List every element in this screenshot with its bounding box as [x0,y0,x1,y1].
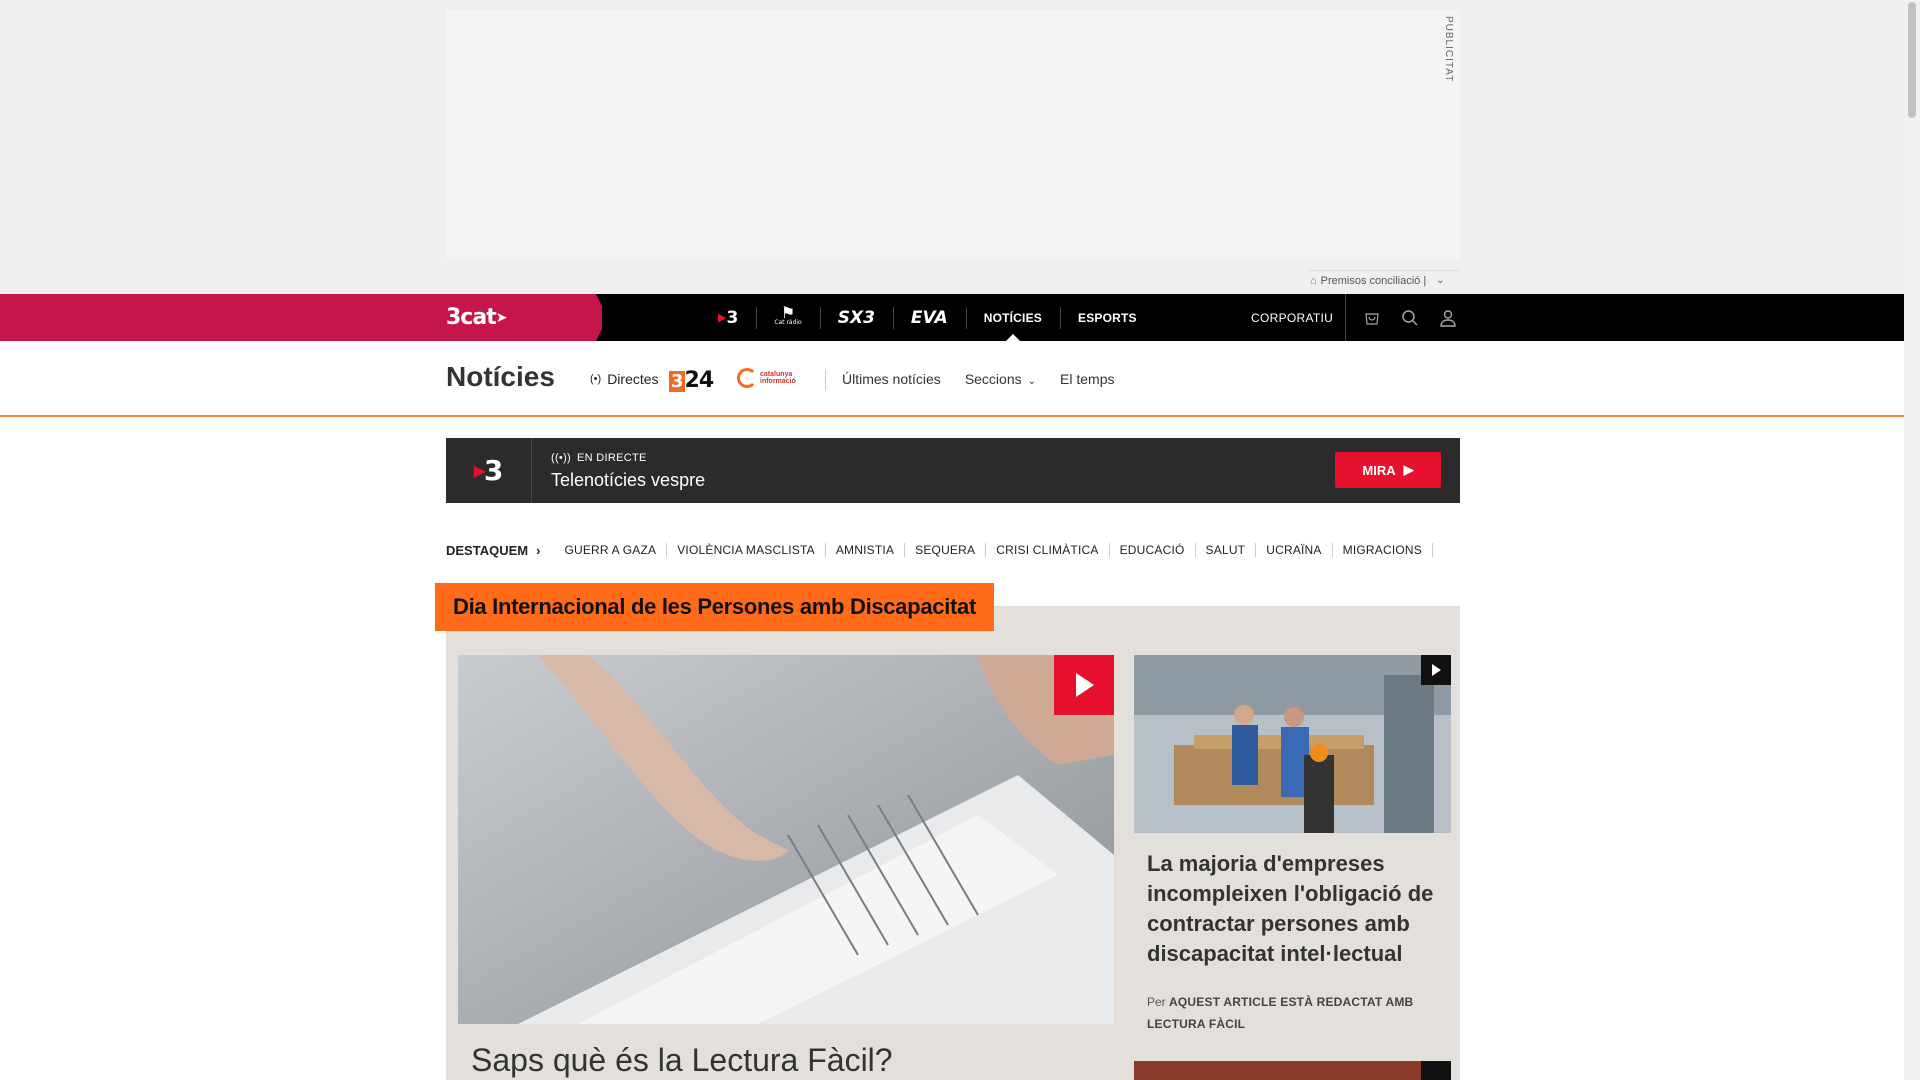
channel-tv3-label: 3 [726,307,739,328]
channel-eva-label: EVA [910,307,948,328]
logo-324-three: 3 [669,371,685,392]
tab-noticies[interactable]: NOTÍCIES [965,294,1060,341]
destaquem-label: DESTAQUEM › [446,543,540,558]
highlight-tag[interactable]: MIGRACIONS [1333,543,1433,557]
highlight-tag[interactable]: UCRAÏNA [1256,543,1333,557]
seccions-label: Seccions [964,371,1022,387]
brand-logo[interactable]: 3cat➤ [446,305,508,330]
directes-label: Directes [607,371,659,387]
scrollbar-thumb[interactable] [1908,2,1916,118]
highlight-tag[interactable]: SEQUERA [905,543,987,557]
live-label-text: EN DIRECTE [577,452,647,464]
user-icon[interactable] [1436,306,1460,330]
feature-title[interactable]: Dia Internacional de les Persones amb Di… [435,583,994,631]
ci-circle-icon [737,368,757,388]
channel-catradio[interactable]: ⚑ Cat ràdio [756,294,819,341]
channel-catradio-label: Cat ràdio [774,318,802,326]
chevron-right-icon: › [536,542,541,558]
live-channel-logo: ▶ 3 [446,438,532,503]
channel-sx3[interactable]: SX3 [819,294,893,341]
live-channel-label: 3 [483,454,504,487]
el-temps-link[interactable]: El temps [1060,371,1114,387]
tab-noticies-label: NOTÍCIES [983,310,1042,325]
live-broadcast-icon: ((•)) [551,452,572,464]
play-video-button-small[interactable] [1421,655,1451,685]
directes-link[interactable]: (•) Directes [590,371,659,387]
side-article-image-2[interactable] [1134,1061,1451,1080]
channel-sx3-label: SX3 [837,307,875,328]
page-title[interactable]: Notícies [446,361,555,393]
play-icon [1432,664,1441,676]
nav-icons [1345,294,1460,341]
logo-324[interactable]: 324 [669,368,715,393]
watch-button[interactable]: MIRA ▶ [1335,452,1441,488]
section-divider [825,369,826,391]
chevron-down-icon: ⌄ [1436,275,1445,286]
live-program-title[interactable]: Telenotícies vespre [551,470,705,491]
channel-eva[interactable]: EVA [892,294,966,341]
ad-label: PUBLICITAT [1443,16,1454,83]
side-article-byline: Per AQUEST ARTICLE ESTÀ REDACTAT AMB LEC… [1147,991,1437,1035]
ad-preferences[interactable]: ⌂ Premisos conciliació | ⌄ [1308,270,1460,290]
brand-area [0,294,602,341]
logo-ci-text: catalunya informació [760,371,796,385]
highlight-tag[interactable]: CRISI CLIMÀTICA [986,543,1110,557]
logo-catalunya-informacio[interactable]: catalunya informació [737,368,824,388]
section-header: Notícies (•) Directes 324 catalunya info… [0,341,1904,417]
play-video-button-small-2[interactable] [1421,1061,1451,1080]
play-icon [1076,673,1094,697]
search-icon[interactable] [1398,306,1422,330]
main-article-image[interactable] [458,655,1114,1024]
brand-arrow-icon: ➤ [495,310,508,326]
ultimes-noticies-link[interactable]: Últimes notícies [842,371,941,387]
play-icon: ▶ [1403,462,1414,477]
highlight-tag[interactable]: VIOLÈNCIA MASCLISTA [667,543,826,557]
byline-prefix: Per [1147,995,1166,1009]
live-label: ((•)) EN DIRECTE [551,452,647,464]
logo-324-text: 24 [684,368,715,393]
section-links: Últimes notícies Seccions ⌄ El temps [842,371,1114,387]
live-banner[interactable]: ▶ 3 ((•)) EN DIRECTE Telenotícies vespre … [446,438,1460,503]
corporatiu-link[interactable]: CORPORATIU [1251,294,1333,341]
tag-icon: ⌂ [1310,274,1317,287]
highlight-tag[interactable]: EDUCACIÓ [1110,543,1196,557]
seccions-dropdown[interactable]: Seccions ⌄ [965,371,1036,387]
highlight-tag[interactable]: SALUT [1196,543,1257,557]
tab-esports[interactable]: ESPORTS [1059,294,1155,341]
side-article-image[interactable] [1134,655,1451,833]
highlights-bar: DESTAQUEM › GUERR A GAZA VIOLÈNCIA MASCLI… [446,541,1433,559]
brand-logo-text: 3cat [446,305,497,330]
side-article-headline[interactable]: La majoria d'empreses incompleixen l'obl… [1147,849,1447,969]
byline-author[interactable]: AQUEST ARTICLE ESTÀ REDACTAT AMB LECTURA… [1147,995,1413,1031]
top-navigation: 3cat➤ ▶ 3 ⚑ Cat ràdio SX3 EVA NOTÍCIES ES… [0,294,1904,341]
shop-icon[interactable] [1360,306,1384,330]
page-scrollbar[interactable] [1904,0,1920,1080]
chevron-down-icon: ⌄ [1027,376,1037,387]
highlight-tag[interactable]: GUERR A GAZA [554,543,668,557]
tab-esports-label: ESPORTS [1077,310,1137,325]
ad-preferences-label: Premisos conciliació | [1320,274,1427,287]
main-article-headline[interactable]: Saps què és la Lectura Fàcil? [471,1042,893,1079]
watch-button-label: MIRA [1362,462,1396,478]
destaquem-text: DESTAQUEM [446,542,529,558]
live-broadcast-icon: (•) [590,373,602,385]
channel-nav: ▶ 3 ⚑ Cat ràdio SX3 EVA NOTÍCIES ESPORTS [700,294,1155,341]
play-video-button[interactable] [1054,655,1114,715]
highlight-tag[interactable]: AMNISTIA [826,543,906,557]
ad-slot[interactable] [446,10,1460,259]
channel-tv3[interactable]: ▶ 3 [700,294,756,341]
